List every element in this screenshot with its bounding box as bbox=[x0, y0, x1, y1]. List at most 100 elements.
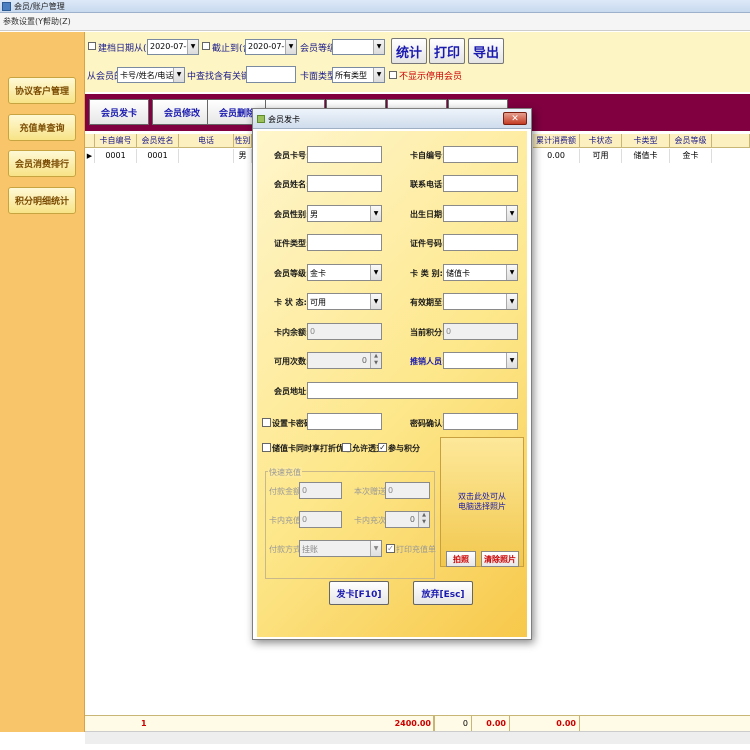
chevron-down-icon: ▼ bbox=[285, 40, 296, 54]
pay-method-value: 挂账 bbox=[302, 545, 318, 554]
valid-until-picker[interactable]: ▼ bbox=[443, 293, 518, 310]
status-select[interactable]: 可用 ▼ bbox=[307, 293, 382, 310]
grid-header[interactable]: 卡自编号 bbox=[95, 134, 137, 148]
table-cell[interactable]: 0001 bbox=[137, 149, 179, 163]
self-no-input[interactable] bbox=[443, 146, 518, 163]
issue-card-dialog: 会员发卡 ✕ 会员卡号: 卡自编号: 会员姓名: 联系电话: 会员性别: 男 ▼ … bbox=[252, 108, 532, 640]
password-confirm-label: 密码确认: bbox=[410, 419, 446, 428]
grid-header-extra[interactable] bbox=[712, 134, 750, 148]
search-keyword-input[interactable] bbox=[246, 66, 296, 83]
times-stepper[interactable]: 0 ▲ ▼ bbox=[307, 352, 382, 369]
chevron-down-icon: ▼ bbox=[506, 206, 517, 221]
table-cell[interactable]: 可用 bbox=[580, 149, 622, 163]
to-date-checkbox[interactable] bbox=[202, 42, 210, 50]
balance-input: 0 bbox=[307, 323, 382, 340]
password-input[interactable] bbox=[307, 413, 382, 430]
chevron-down-icon: ▼ bbox=[187, 40, 198, 54]
search-field-select[interactable]: 卡号/姓名/电话 ▼ bbox=[117, 67, 185, 83]
card-category-select[interactable]: 储值卡 ▼ bbox=[443, 264, 518, 281]
card-type-select[interactable]: 所有类型 ▼ bbox=[332, 67, 385, 83]
menu-bar: 参数设置(Y) 帮助(Z) bbox=[0, 13, 750, 31]
issue-card-confirm-button[interactable]: 发卡[F10] bbox=[329, 581, 389, 605]
address-input[interactable] bbox=[307, 382, 518, 399]
self-no-label: 卡自编号: bbox=[410, 151, 446, 160]
grid-header[interactable]: 卡状态 bbox=[580, 134, 622, 148]
phone-label: 联系电话: bbox=[410, 180, 446, 189]
table-cell[interactable] bbox=[179, 149, 234, 163]
sales-select[interactable]: ▼ bbox=[443, 352, 518, 369]
grid-header[interactable]: 会员等级 bbox=[670, 134, 712, 148]
cancel-button[interactable]: 放弃[Esc] bbox=[413, 581, 473, 605]
app-icon bbox=[2, 2, 11, 11]
grid-header[interactable]: 累计消费额 bbox=[533, 134, 580, 148]
total-balance: 2400.00 bbox=[385, 716, 435, 732]
table-cell[interactable]: 男 bbox=[234, 149, 252, 163]
nav-recharge-query[interactable]: 充值单查询 bbox=[8, 114, 76, 141]
spin-arrows-icon[interactable]: ▲ ▼ bbox=[370, 353, 381, 368]
level-select[interactable]: 金卡 ▼ bbox=[307, 264, 382, 281]
overdraw-checkbox[interactable] bbox=[342, 443, 351, 452]
balance-label: 卡内余额: bbox=[274, 328, 310, 337]
dialog-title-bar[interactable]: 会员发卡 ✕ bbox=[253, 109, 531, 129]
member-photo-area[interactable]: 双击此处可从电脑选择照片 bbox=[440, 437, 524, 567]
password-confirm-input[interactable] bbox=[443, 413, 518, 430]
points-checkbox[interactable]: ✓ bbox=[378, 443, 387, 452]
hide-disabled-checkbox[interactable] bbox=[389, 71, 397, 79]
times-label: 可用次数: bbox=[274, 357, 310, 366]
close-icon[interactable]: ✕ bbox=[503, 112, 527, 125]
table-cell[interactable]: 储值卡 bbox=[622, 149, 670, 163]
menu-settings[interactable]: 参数设置(Y) bbox=[3, 16, 46, 27]
table-cell[interactable]: 金卡 bbox=[670, 149, 712, 163]
level-value: 金卡 bbox=[310, 269, 326, 278]
card-type-value: 所有类型 bbox=[335, 71, 367, 80]
chevron-down-icon: ▼ bbox=[373, 40, 384, 54]
chevron-down-icon: ▼ bbox=[373, 68, 384, 82]
from-date-checkbox[interactable] bbox=[88, 42, 96, 50]
nav-consumption-ranking[interactable]: 会员消费排行 bbox=[8, 150, 76, 177]
menu-help[interactable]: 帮助(Z) bbox=[43, 16, 71, 27]
nav-points-statistics[interactable]: 积分明细统计 bbox=[8, 187, 76, 214]
grid-header[interactable]: 卡类型 bbox=[622, 134, 670, 148]
card-no-input[interactable] bbox=[307, 146, 382, 163]
valid-until-label: 有效期至: bbox=[410, 298, 446, 307]
total-count: 1 bbox=[141, 719, 147, 728]
times-value: 0 bbox=[361, 356, 367, 365]
edit-member-button[interactable]: 会员修改 bbox=[152, 99, 212, 125]
grid-header[interactable]: 电话 bbox=[179, 134, 234, 148]
phone-input[interactable] bbox=[443, 175, 518, 192]
export-button[interactable]: 导出 bbox=[468, 38, 504, 64]
id-no-input[interactable] bbox=[443, 234, 518, 251]
from-date-picker[interactable]: 2020-07-01 ▼ bbox=[147, 39, 199, 55]
clear-photo-button[interactable]: 清除照片 bbox=[481, 551, 519, 567]
take-photo-button[interactable]: 拍照 bbox=[446, 551, 476, 567]
chevron-down-icon: ▼ bbox=[173, 68, 184, 82]
total-times: 0 bbox=[435, 716, 472, 732]
grid-header[interactable]: 会员姓名 bbox=[137, 134, 179, 148]
stats-button[interactable]: 统计 bbox=[391, 38, 427, 64]
horizontal-scrollbar[interactable] bbox=[85, 731, 750, 744]
table-cell[interactable]: 0001 bbox=[95, 149, 137, 163]
birthday-label: 出生日期: bbox=[410, 210, 446, 219]
nav-agreement-customers[interactable]: 协议客户管理 bbox=[8, 77, 76, 104]
table-cell[interactable]: 0.00 bbox=[533, 149, 580, 163]
name-input[interactable] bbox=[307, 175, 382, 192]
issue-card-button[interactable]: 会员发卡 bbox=[89, 99, 149, 125]
grid-header[interactable]: 性别 bbox=[234, 134, 252, 148]
level-label: 会员等级: bbox=[274, 269, 310, 278]
birthday-picker[interactable]: ▼ bbox=[443, 205, 518, 222]
print-button[interactable]: 打印 bbox=[429, 38, 465, 64]
points-input: 0 bbox=[443, 323, 518, 340]
print-recharge-label: 打印充值单 bbox=[396, 545, 436, 554]
to-date-picker[interactable]: 2020-07-01 ▼ bbox=[245, 39, 297, 55]
discount-checkbox[interactable] bbox=[262, 443, 271, 452]
filter-area: 建档日期从(含) 2020-07-01 ▼ 截止到(含) 2020-07-01 ▼ … bbox=[85, 32, 750, 92]
chevron-down-icon: ▼ bbox=[506, 265, 517, 280]
pay-method-select: 挂账 ▼ bbox=[299, 540, 382, 557]
gender-select[interactable]: 男 ▼ bbox=[307, 205, 382, 222]
set-password-label: 设置卡密码 bbox=[272, 419, 312, 428]
member-level-select[interactable]: ▼ bbox=[332, 39, 385, 55]
dialog-body: 会员卡号: 卡自编号: 会员姓名: 联系电话: 会员性别: 男 ▼ 出生日期: ▼… bbox=[257, 131, 527, 637]
set-password-checkbox[interactable] bbox=[262, 418, 271, 427]
id-type-input[interactable] bbox=[307, 234, 382, 251]
card-category-value: 储值卡 bbox=[446, 269, 470, 278]
